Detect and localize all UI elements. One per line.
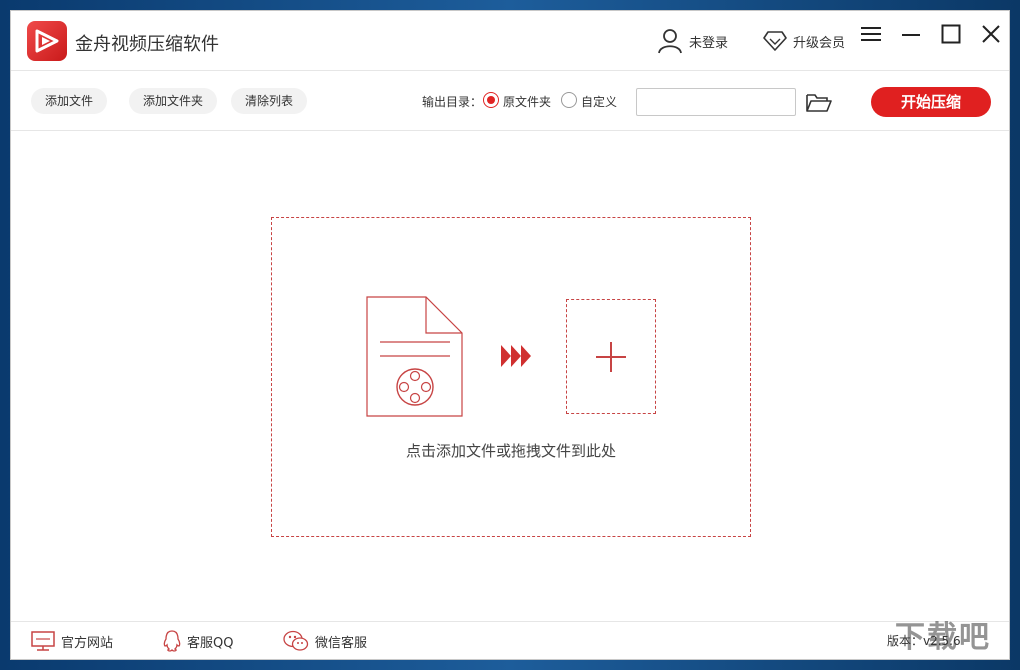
app-title: 金舟视频压缩软件 — [75, 34, 219, 55]
customer-qq-link[interactable]: 客服QQ — [163, 622, 233, 660]
maximize-button[interactable] — [936, 19, 966, 49]
drop-hint-text: 点击添加文件或拖拽文件到此处 — [405, 442, 616, 460]
title-bar: 金舟视频压缩软件 未登录 升级会员 — [11, 11, 1009, 71]
fast-forward-arrows-icon — [501, 345, 531, 367]
monitor-icon — [31, 631, 55, 651]
vip-label: 升级会员 — [793, 35, 846, 51]
file-drop-zone[interactable]: 点击添加文件或拖拽文件到此处 — [271, 217, 751, 537]
browse-folder-button[interactable] — [805, 92, 833, 114]
app-window: 金舟视频压缩软件 未登录 升级会员 添加文件 添加文件夹 清除列表 输出目录： … — [10, 10, 1010, 660]
output-dir-label: 输出目录： — [422, 95, 483, 109]
official-website-link[interactable]: 官方网站 — [31, 622, 113, 660]
app-logo-icon — [27, 21, 67, 61]
customer-qq-label: 客服QQ — [187, 635, 234, 651]
output-path-input[interactable] — [636, 88, 796, 116]
add-folder-button[interactable]: 添加文件夹 — [129, 88, 218, 114]
official-website-label: 官方网站 — [61, 635, 114, 651]
clear-list-button[interactable]: 清除列表 — [231, 88, 308, 114]
diamond-icon — [763, 31, 787, 51]
close-button[interactable] — [976, 19, 1006, 49]
plus-icon — [596, 342, 626, 372]
upgrade-vip-button[interactable]: 升级会员 — [763, 11, 845, 71]
hamburger-icon — [861, 27, 881, 41]
radio-custom-folder-label[interactable]: 自定义 — [581, 93, 617, 110]
qq-icon — [163, 630, 181, 652]
close-icon — [982, 25, 1000, 43]
video-file-icon — [366, 296, 463, 417]
wechat-service-link[interactable]: 微信客服 — [283, 622, 367, 660]
menu-button[interactable] — [856, 19, 886, 49]
minimize-icon — [902, 34, 920, 36]
footer: 官方网站 客服QQ 微信客服 版本：v2.5.6 — [11, 621, 1009, 659]
add-file-target[interactable] — [566, 299, 656, 414]
toolbar: 添加文件 添加文件夹 清除列表 输出目录： 原文件夹 自定义 开始压缩 — [11, 71, 1009, 131]
radio-original-folder-label[interactable]: 原文件夹 — [503, 93, 551, 110]
folder-open-icon — [806, 94, 832, 112]
radio-original-folder[interactable] — [483, 92, 499, 108]
login-button[interactable]: 未登录 — [657, 11, 728, 71]
maximize-icon — [941, 24, 961, 44]
login-label: 未登录 — [689, 35, 729, 51]
wechat-icon — [283, 630, 309, 651]
wechat-service-label: 微信客服 — [315, 635, 368, 651]
add-file-button[interactable]: 添加文件 — [31, 88, 108, 114]
site-watermark: 下载吧 — [895, 620, 991, 655]
radio-custom-folder[interactable] — [561, 92, 577, 108]
user-icon — [658, 29, 682, 54]
minimize-button[interactable] — [896, 19, 926, 49]
start-compress-button[interactable]: 开始压缩 — [871, 87, 991, 117]
